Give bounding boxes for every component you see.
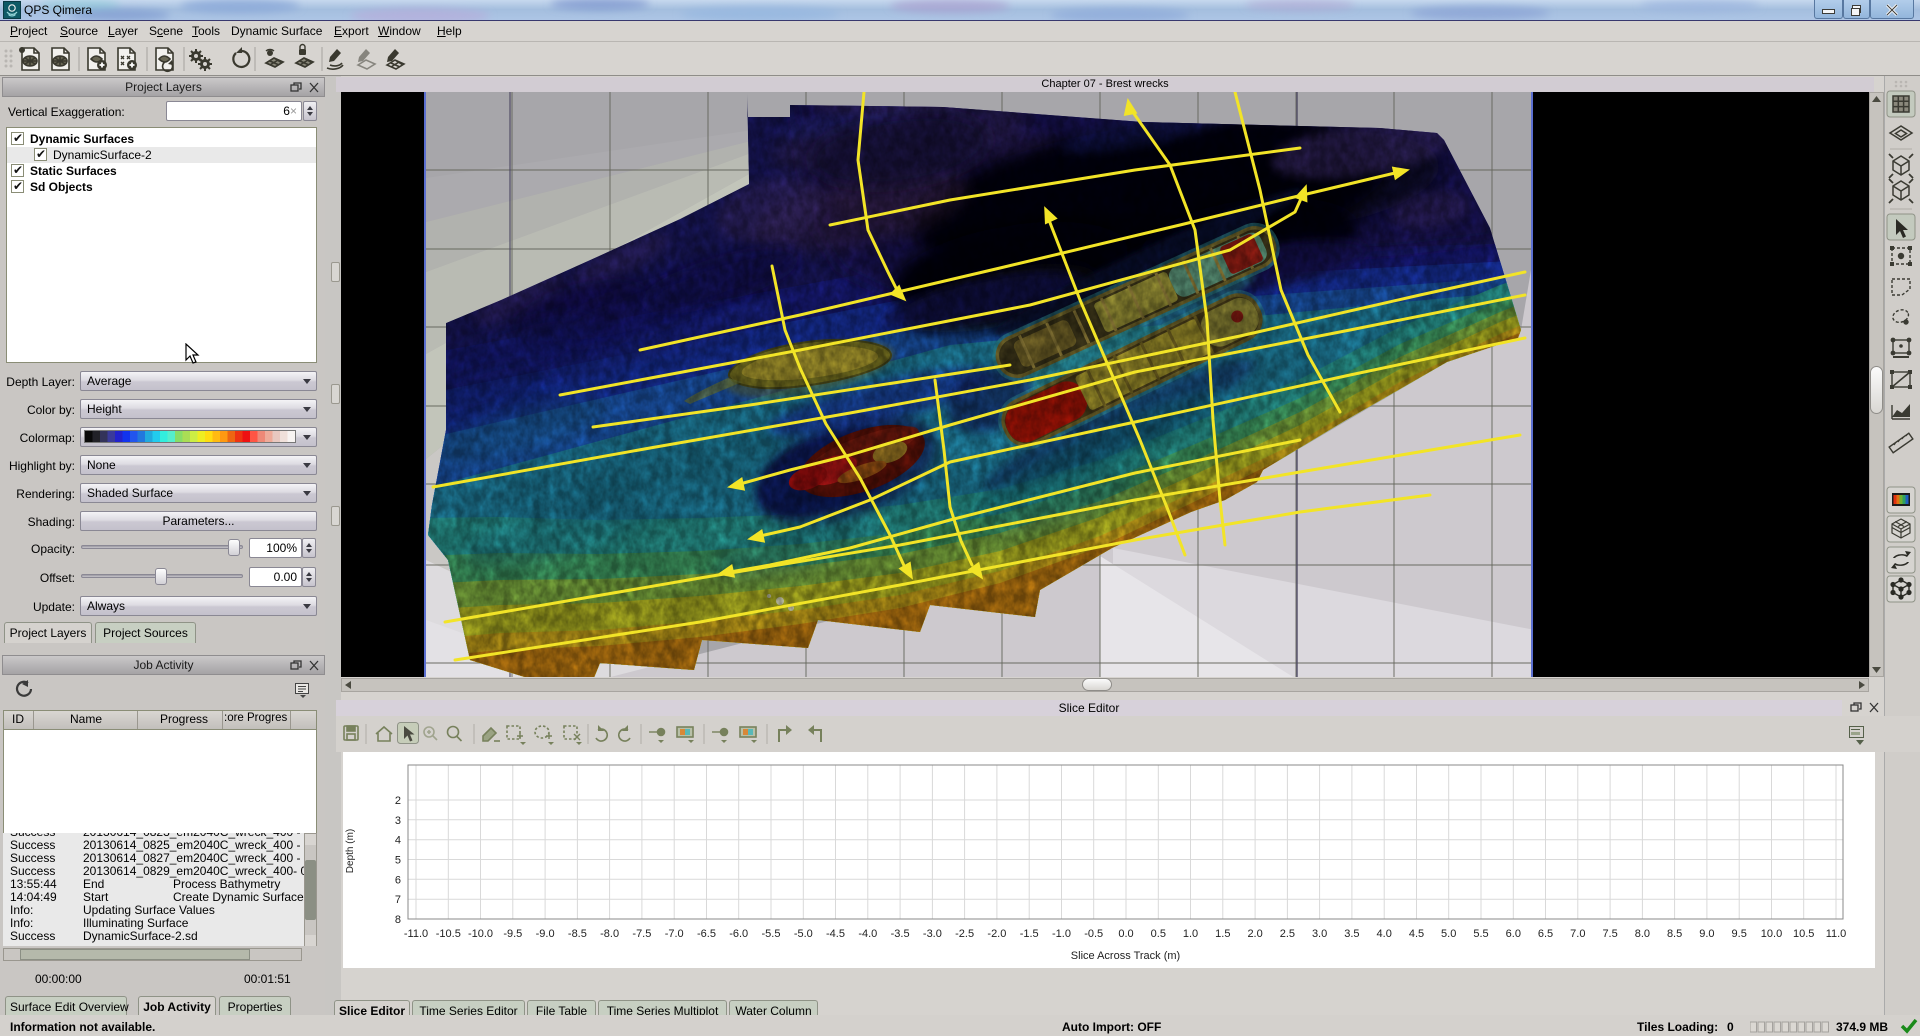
svg-text:10.5: 10.5 — [1793, 928, 1814, 940]
svg-text:4: 4 — [395, 835, 401, 847]
svg-text:-7.0: -7.0 — [665, 928, 684, 940]
svg-text:6: 6 — [395, 874, 401, 886]
svg-text:3.5: 3.5 — [1344, 928, 1359, 940]
svg-text:4.0: 4.0 — [1377, 928, 1392, 940]
svg-text:2.5: 2.5 — [1280, 928, 1295, 940]
svg-text:-3.5: -3.5 — [891, 928, 910, 940]
svg-text:-7.5: -7.5 — [632, 928, 651, 940]
svg-text:-5.0: -5.0 — [794, 928, 813, 940]
svg-text:5.0: 5.0 — [1441, 928, 1456, 940]
svg-text:-4.0: -4.0 — [858, 928, 877, 940]
svg-text:-5.5: -5.5 — [762, 928, 781, 940]
svg-text:3.0: 3.0 — [1312, 928, 1327, 940]
svg-text:-11.0: -11.0 — [404, 928, 428, 940]
svg-text:1.0: 1.0 — [1183, 928, 1198, 940]
svg-text:7.0: 7.0 — [1570, 928, 1585, 940]
svg-text:6.5: 6.5 — [1538, 928, 1553, 940]
svg-text:-3.0: -3.0 — [923, 928, 942, 940]
svg-text:-9.0: -9.0 — [536, 928, 555, 940]
svg-text:-8.0: -8.0 — [600, 928, 619, 940]
svg-text:8.0: 8.0 — [1635, 928, 1650, 940]
svg-text:6.0: 6.0 — [1506, 928, 1521, 940]
svg-text:-1.5: -1.5 — [1020, 928, 1039, 940]
svg-text:-4.5: -4.5 — [826, 928, 845, 940]
svg-text:9.0: 9.0 — [1699, 928, 1714, 940]
svg-text:0.0: 0.0 — [1118, 928, 1133, 940]
svg-text:-2.5: -2.5 — [955, 928, 974, 940]
svg-text:-6.5: -6.5 — [697, 928, 716, 940]
svg-text:-2.0: -2.0 — [987, 928, 1006, 940]
svg-text:2: 2 — [395, 795, 401, 807]
svg-text:9.5: 9.5 — [1732, 928, 1747, 940]
svg-text:3: 3 — [395, 815, 401, 827]
svg-text:-0.5: -0.5 — [1084, 928, 1103, 940]
svg-text:-10.5: -10.5 — [436, 928, 461, 940]
svg-text:Depth (m): Depth (m) — [345, 829, 356, 873]
svg-text:-8.5: -8.5 — [568, 928, 587, 940]
svg-text:10.0: 10.0 — [1761, 928, 1782, 940]
svg-text:5: 5 — [395, 855, 401, 867]
svg-text:-1.0: -1.0 — [1052, 928, 1071, 940]
svg-text:0.5: 0.5 — [1151, 928, 1166, 940]
svg-text:4.5: 4.5 — [1409, 928, 1424, 940]
svg-text:-9.5: -9.5 — [503, 928, 522, 940]
svg-text:-10.0: -10.0 — [468, 928, 493, 940]
svg-text:5.5: 5.5 — [1473, 928, 1488, 940]
svg-text:1.5: 1.5 — [1215, 928, 1230, 940]
svg-text:7: 7 — [395, 894, 401, 906]
svg-text:-6.0: -6.0 — [729, 928, 748, 940]
svg-text:2.0: 2.0 — [1247, 928, 1262, 940]
svg-text:11.0: 11.0 — [1826, 928, 1847, 940]
svg-text:Slice Across Track (m): Slice Across Track (m) — [1071, 950, 1180, 962]
svg-text:8: 8 — [395, 914, 401, 926]
svg-text:7.5: 7.5 — [1602, 928, 1617, 940]
svg-text:8.5: 8.5 — [1667, 928, 1682, 940]
